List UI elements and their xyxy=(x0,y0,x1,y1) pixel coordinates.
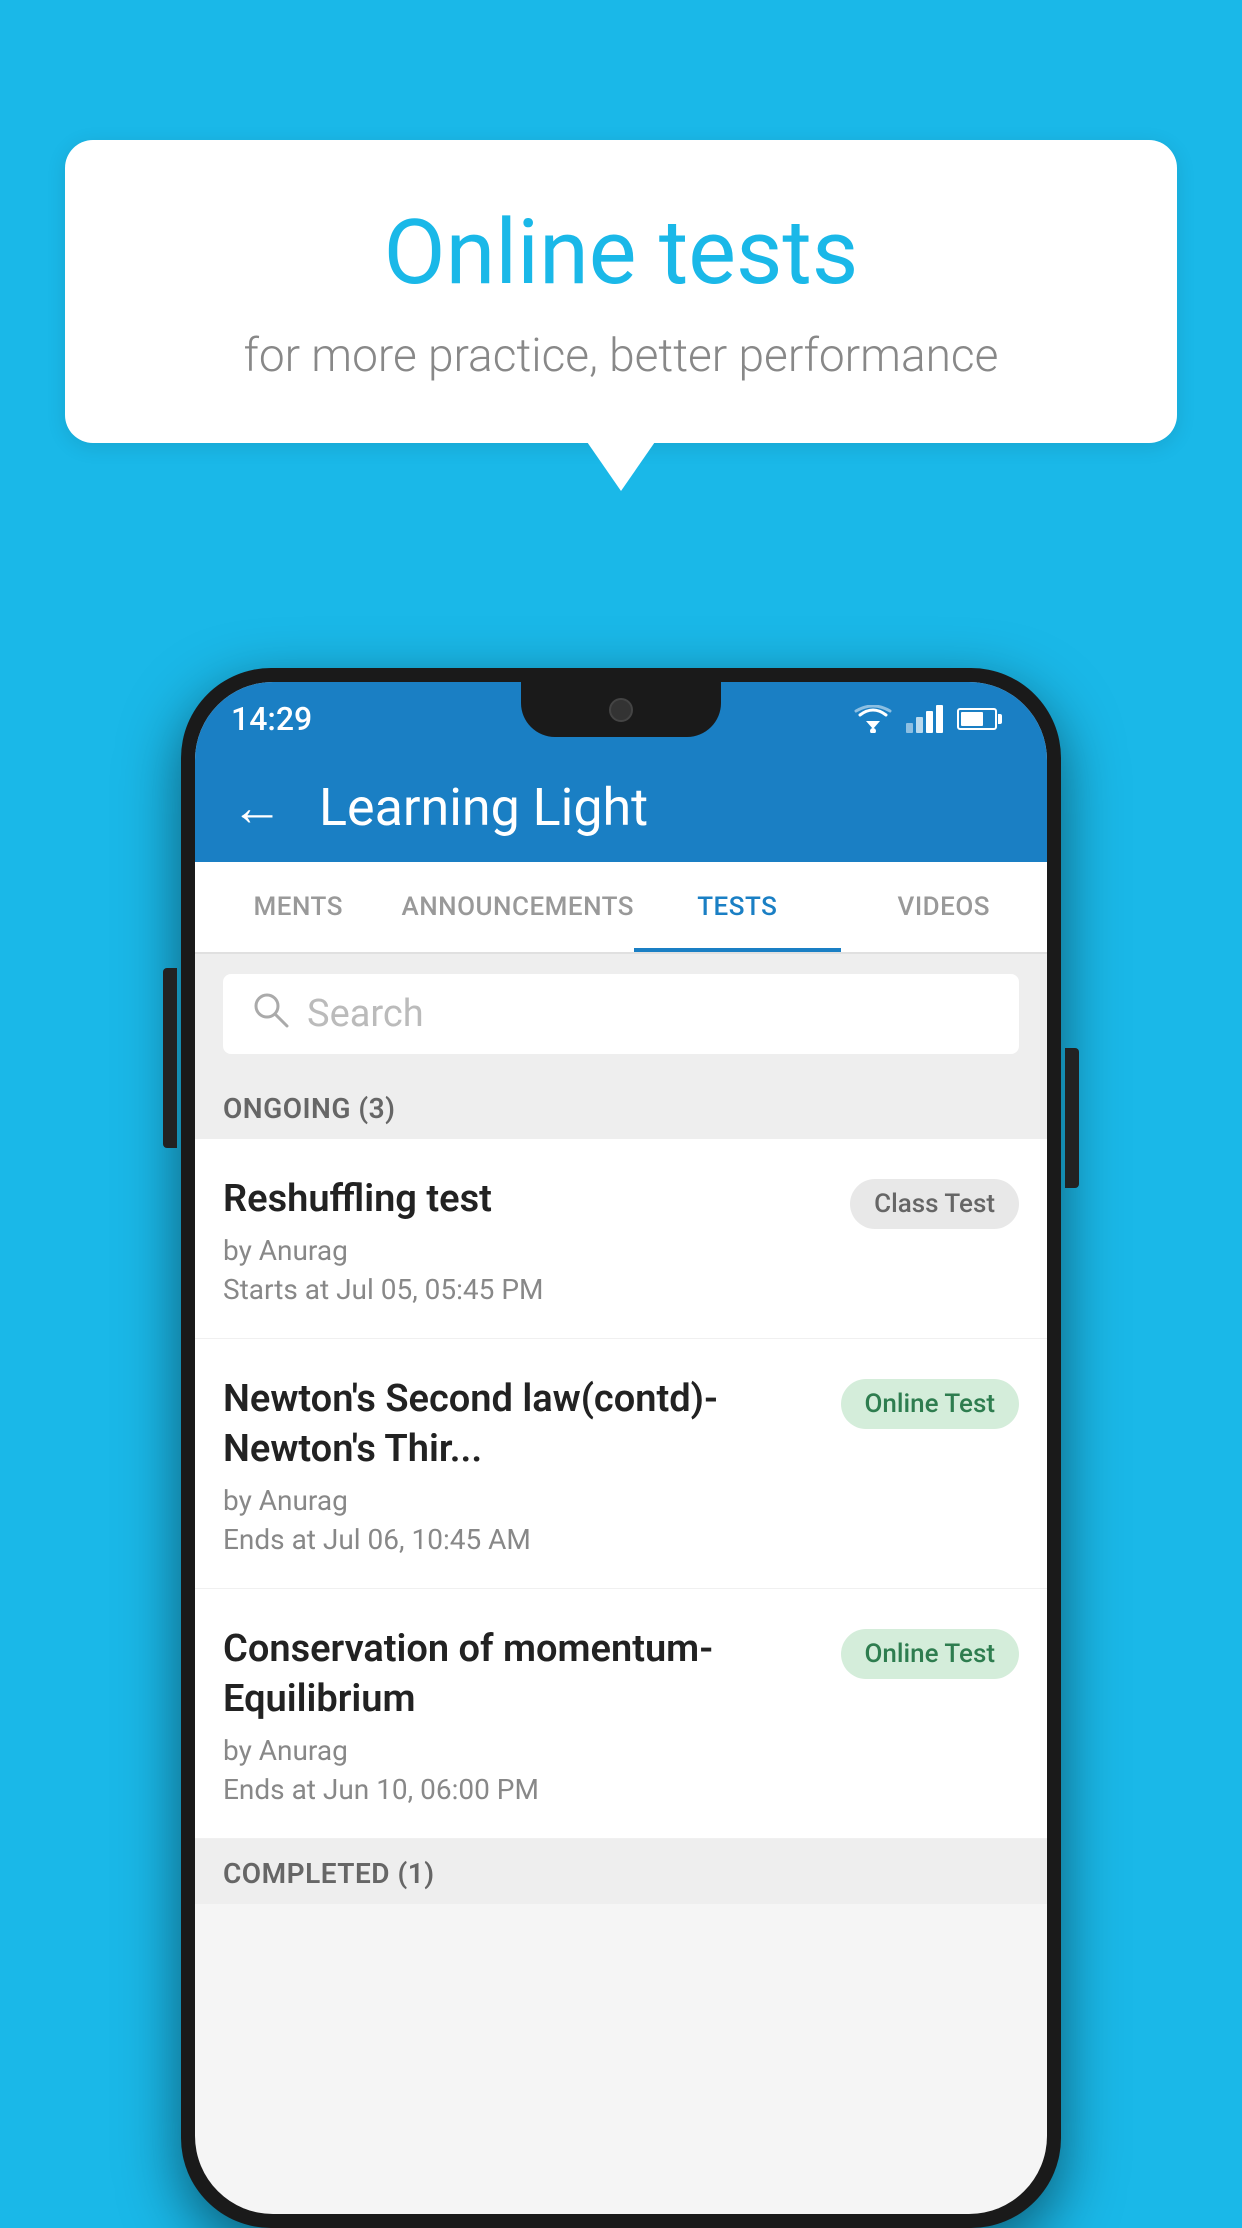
test-by: by Anurag xyxy=(223,1234,830,1267)
test-item-left: Reshuffling test by Anurag Starts at Jul… xyxy=(223,1175,850,1306)
search-icon xyxy=(251,990,289,1038)
phone-screen: 14:29 xyxy=(195,682,1047,2214)
speech-bubble: Online tests for more practice, better p… xyxy=(65,140,1177,443)
tab-ments[interactable]: MENTS xyxy=(195,862,401,952)
search-container: Search xyxy=(195,954,1047,1074)
search-bar[interactable]: Search xyxy=(223,974,1019,1054)
phone-frame: 14:29 xyxy=(181,668,1061,2228)
tab-videos[interactable]: VIDEOS xyxy=(841,862,1047,952)
test-date: Ends at Jul 06, 10:45 AM xyxy=(223,1523,821,1556)
phone-notch xyxy=(521,682,721,737)
ongoing-section-header: ONGOING (3) xyxy=(195,1074,1047,1139)
test-date: Starts at Jul 05, 05:45 PM xyxy=(223,1273,830,1306)
tab-tests[interactable]: TESTS xyxy=(634,862,840,952)
signal-icon xyxy=(906,705,943,733)
app-header: ← Learning Light xyxy=(195,752,1047,862)
back-button[interactable]: ← xyxy=(231,777,283,838)
tab-announcements[interactable]: ANNOUNCEMENTS xyxy=(401,862,634,952)
test-item[interactable]: Reshuffling test by Anurag Starts at Jul… xyxy=(195,1139,1047,1339)
speech-bubble-title: Online tests xyxy=(145,200,1097,305)
test-item[interactable]: Conservation of momentum-Equilibrium by … xyxy=(195,1589,1047,1839)
test-badge-class: Class Test xyxy=(850,1179,1019,1229)
test-item-left: Newton's Second law(contd)-Newton's Thir… xyxy=(223,1375,841,1556)
test-item-left: Conservation of momentum-Equilibrium by … xyxy=(223,1625,841,1806)
test-title: Conservation of momentum-Equilibrium xyxy=(223,1625,821,1724)
test-by: by Anurag xyxy=(223,1484,821,1517)
test-badge-online: Online Test xyxy=(841,1379,1020,1429)
battery-icon xyxy=(957,708,997,730)
test-title: Reshuffling test xyxy=(223,1175,830,1224)
app-header-title: Learning Light xyxy=(319,777,648,838)
status-time: 14:29 xyxy=(231,700,312,738)
completed-section-header: COMPLETED (1) xyxy=(195,1839,1047,1904)
test-item[interactable]: Newton's Second law(contd)-Newton's Thir… xyxy=(195,1339,1047,1589)
speech-bubble-container: Online tests for more practice, better p… xyxy=(65,140,1177,443)
test-list: Reshuffling test by Anurag Starts at Jul… xyxy=(195,1139,1047,1839)
search-placeholder: Search xyxy=(307,992,424,1036)
test-title: Newton's Second law(contd)-Newton's Thir… xyxy=(223,1375,821,1474)
speech-bubble-subtitle: for more practice, better performance xyxy=(145,329,1097,383)
test-badge-online: Online Test xyxy=(841,1629,1020,1679)
wifi-icon xyxy=(854,705,892,733)
tabs-container: MENTS ANNOUNCEMENTS TESTS VIDEOS xyxy=(195,862,1047,954)
status-icons xyxy=(854,705,997,733)
test-by: by Anurag xyxy=(223,1734,821,1767)
test-date: Ends at Jun 10, 06:00 PM xyxy=(223,1773,821,1806)
front-camera xyxy=(609,698,633,722)
phone-outer: 14:29 xyxy=(181,668,1061,2228)
